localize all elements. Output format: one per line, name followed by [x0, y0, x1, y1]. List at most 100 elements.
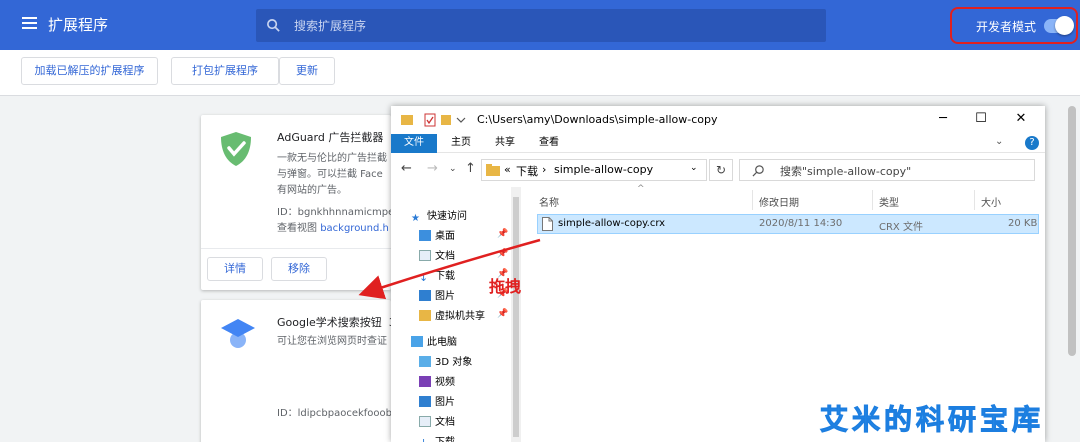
extension-id: ID：bgnkhhnnamicmpe — [277, 207, 391, 218]
nav-item-vm-share[interactable]: 虚拟机共享 — [419, 307, 485, 325]
desktop-icon — [419, 230, 431, 241]
developer-mode-highlight: 开发者模式 — [950, 7, 1078, 44]
page-title: 扩展程序 — [48, 16, 109, 34]
card-divider — [201, 248, 391, 249]
nav-pane-scrollbar[interactable] — [511, 187, 521, 442]
star-icon: ★ — [411, 213, 420, 224]
computer-icon — [411, 336, 423, 347]
ribbon-tab-file[interactable]: 文件 — [391, 134, 437, 153]
extension-description: 可让您在浏览网页时查证 — [277, 336, 387, 347]
pin-icon: 📌 — [497, 229, 509, 239]
expand-ribbon-icon[interactable]: ⌄ — [995, 136, 1003, 147]
column-header-name[interactable]: 名称 — [539, 194, 559, 209]
search-placeholder: 搜索扩展程序 — [294, 19, 367, 33]
nav-item-downloads-pc[interactable]: ↓下载 — [419, 433, 455, 442]
up-arrow-icon[interactable]: ↑ — [465, 161, 476, 176]
column-header-size[interactable]: 大小 — [981, 194, 1001, 209]
breadcrumb-downloads[interactable]: 下载 — [516, 163, 538, 179]
recent-locations-icon[interactable]: ⌄ — [449, 164, 457, 174]
extension-search-input[interactable]: 搜索扩展程序 — [256, 9, 826, 42]
action-bar: 加载已解压的扩展程序 打包扩展程序 更新 — [0, 50, 1080, 96]
background-page-link[interactable]: background.h — [320, 223, 389, 234]
extension-card-google-scholar: Google学术搜索按钮 3 可让您在浏览网页时查证 ID：ldipcbpaoc… — [201, 300, 391, 442]
quick-access-toolbar-icons[interactable] — [399, 112, 467, 128]
nav-item-pictures[interactable]: 图片 — [419, 287, 455, 305]
nav-item-this-pc[interactable]: 此电脑 — [411, 333, 457, 351]
video-icon — [419, 376, 431, 387]
shield-icon — [221, 132, 251, 166]
search-icon — [752, 165, 764, 177]
file-row-selected[interactable]: simple-allow-copy.crx 2020/8/11 14:30 CR… — [537, 214, 1039, 234]
address-bar[interactable]: « 下载 › simple-allow-copy ⌄ — [481, 159, 707, 181]
download-icon: ↓ — [419, 437, 431, 442]
nav-item-desktop[interactable]: 桌面 — [419, 227, 455, 245]
extension-id: ID：ldipcbpaocekfooob — [277, 408, 391, 419]
folder-icon — [419, 310, 431, 321]
file-size: 20 KB — [1008, 218, 1038, 229]
help-icon[interactable]: ? — [1025, 136, 1039, 150]
inspect-views: 查看视图 background.h — [277, 223, 389, 234]
nav-item-videos[interactable]: 视频 — [419, 373, 455, 391]
back-arrow-icon[interactable]: ← — [401, 161, 412, 176]
load-unpacked-button[interactable]: 加载已解压的扩展程序 — [21, 57, 158, 85]
file-name: simple-allow-copy.crx — [558, 218, 666, 229]
developer-mode-toggle[interactable] — [1044, 16, 1074, 35]
nav-item-quick-access[interactable]: ★ 快速访问 — [411, 207, 467, 225]
maximize-icon[interactable]: ☐ — [963, 108, 999, 132]
forward-arrow-icon[interactable]: → — [427, 161, 438, 176]
column-separator[interactable] — [872, 190, 873, 210]
details-button[interactable]: 详情 — [207, 257, 263, 281]
pin-icon: 📌 — [497, 309, 509, 319]
ribbon-tab-share[interactable]: 共享 — [485, 134, 525, 153]
nav-item-pictures-pc[interactable]: 图片 — [419, 393, 455, 411]
cube-icon — [419, 356, 431, 367]
update-button[interactable]: 更新 — [279, 57, 335, 85]
nav-item-downloads[interactable]: ↓ 下载 — [419, 267, 455, 285]
nav-item-documents-pc[interactable]: 文档 — [419, 413, 455, 431]
toggle-knob — [1055, 16, 1074, 35]
folder-icon — [486, 164, 500, 176]
ribbon-tab-view[interactable]: 查看 — [529, 134, 569, 153]
file-icon — [542, 217, 553, 231]
download-icon: ↓ — [419, 271, 429, 284]
address-dropdown-icon[interactable]: ⌄ — [690, 163, 698, 173]
document-icon — [419, 250, 431, 261]
hamburger-menu-icon[interactable] — [22, 17, 37, 29]
extension-card-adguard: AdGuard 广告拦截器 3 一款无与伦比的广告拦截与弹窗。可以拦截 Face… — [201, 115, 391, 290]
developer-mode-label: 开发者模式 — [976, 20, 1037, 34]
column-header-date[interactable]: 修改日期 — [759, 194, 799, 209]
picture-icon — [419, 396, 431, 407]
extension-name: AdGuard 广告拦截器 3 — [277, 131, 391, 144]
drag-annotation-label: 拖拽 — [489, 277, 522, 296]
remove-button[interactable]: 移除 — [271, 257, 327, 281]
scrollbar-thumb[interactable] — [513, 197, 519, 437]
scrollbar-thumb[interactable] — [1068, 106, 1076, 356]
ribbon-tab-home[interactable]: 主页 — [441, 134, 481, 153]
graduation-cap-icon — [221, 319, 255, 348]
explorer-window-path: C:\Users\amy\Downloads\simple-allow-copy — [477, 113, 718, 126]
extension-name: Google学术搜索按钮 3 — [277, 316, 391, 329]
explorer-ribbon: 文件 主页 共享 查看 ⌄ ? — [391, 134, 1045, 153]
column-separator[interactable] — [974, 190, 975, 210]
breadcrumb-folder[interactable]: simple-allow-copy — [554, 163, 653, 176]
pack-extension-button[interactable]: 打包扩展程序 — [171, 57, 279, 85]
page-scrollbar[interactable] — [1064, 96, 1080, 442]
refresh-icon[interactable]: ↻ — [709, 159, 733, 181]
breadcrumb-separator: › — [542, 163, 547, 176]
column-header-type[interactable]: 类型 — [879, 194, 899, 209]
file-type: CRX 文件 — [879, 222, 923, 233]
nav-item-documents[interactable]: 文档 — [419, 247, 455, 265]
minimize-icon[interactable]: ─ — [925, 108, 961, 132]
extension-description: 一款无与伦比的广告拦截 与弹窗。可以拦截 Face 有网站的广告。 — [277, 153, 387, 196]
folder-search-placeholder: 搜索"simple-allow-copy" — [780, 165, 912, 178]
breadcrumb-overflow[interactable]: « — [504, 163, 511, 176]
close-icon[interactable]: ✕ — [1003, 108, 1039, 132]
top-bar: 扩展程序 搜索扩展程序 开发者模式 — [0, 0, 1080, 50]
nav-item-3d-objects[interactable]: 3D 对象 — [419, 353, 472, 371]
column-separator[interactable] — [752, 190, 753, 210]
explorer-nav-bar: ← → ⌄ ↑ « 下载 › simple-allow-copy ⌄ ↻ 搜索"… — [391, 153, 1045, 187]
file-date: 2020/8/11 14:30 — [759, 218, 843, 229]
explorer-title-bar: C:\Users\amy\Downloads\simple-allow-copy… — [391, 106, 1045, 134]
navigation-pane: ★ 快速访问 桌面 📌 文档 📌 ↓ 下载 📌 图片 📌 虚拟机共享 📌 此电脑 3… — [391, 187, 521, 442]
folder-search-input[interactable]: 搜索"simple-allow-copy" — [739, 159, 1035, 181]
